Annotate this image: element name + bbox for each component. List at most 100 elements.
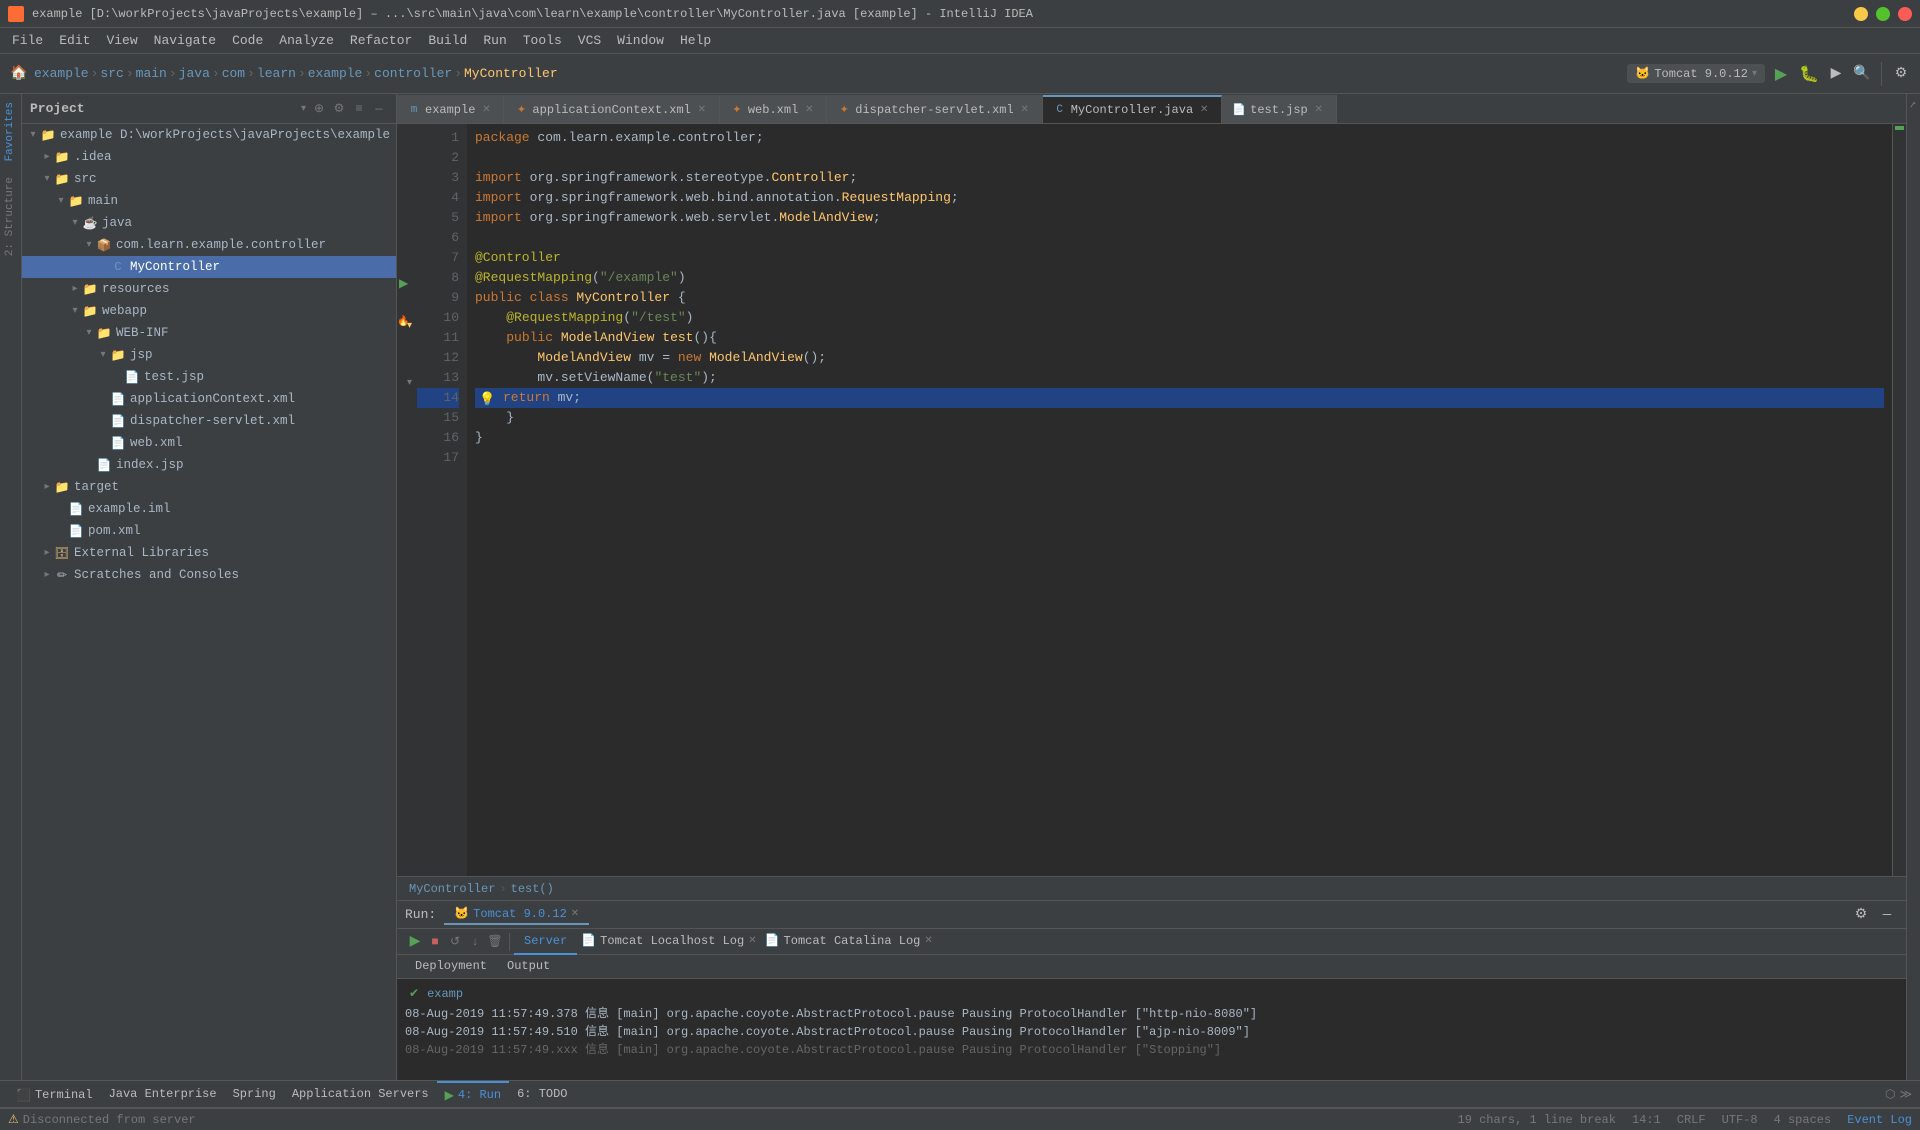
tree-item-jsp-folder[interactable]: ▾ 📁 jsp xyxy=(22,344,396,366)
tree-item-java[interactable]: ▾ ☕ java xyxy=(22,212,396,234)
run-button[interactable]: ▶ xyxy=(1769,62,1793,86)
maximize-button[interactable]: □ xyxy=(1876,7,1890,21)
tree-arrow-java[interactable]: ▾ xyxy=(68,216,82,230)
tree-arrow-webapp[interactable]: ▾ xyxy=(68,304,82,318)
tree-item-root[interactable]: ▾ 📁 example D:\workProjects\javaProjects… xyxy=(22,124,396,146)
run-tab-tomcat[interactable]: 🐱 Tomcat 9.0.12 ✕ xyxy=(444,904,589,925)
menu-tools[interactable]: Tools xyxy=(515,31,570,50)
tree-item-resources[interactable]: ▸ 📁 resources xyxy=(22,278,396,300)
run-output[interactable]: ✔ examp 08-Aug-2019 11:57:49.378 信息 [mai… xyxy=(397,979,1906,1080)
menu-run[interactable]: Run xyxy=(475,31,514,50)
search-button[interactable]: 🔍 xyxy=(1851,63,1873,85)
bc-example[interactable]: example xyxy=(34,66,89,81)
run-minimize-icon[interactable]: — xyxy=(1876,904,1898,926)
menu-code[interactable]: Code xyxy=(224,31,271,50)
status-line-ending[interactable]: CRLF xyxy=(1677,1113,1706,1127)
bc-controller[interactable]: controller xyxy=(374,66,452,81)
tab-close-appcontext[interactable]: ✕ xyxy=(695,103,709,117)
locate-icon[interactable]: ⊕ xyxy=(310,100,328,118)
tab-mycontroller[interactable]: C MyController.java ✕ xyxy=(1043,95,1222,123)
tree-item-iml[interactable]: 📄 example.iml xyxy=(22,498,396,520)
tree-item-webapp[interactable]: ▾ 📁 webapp xyxy=(22,300,396,322)
subtab-server[interactable]: Server xyxy=(514,929,577,955)
subtab-localhost[interactable]: 📄 Tomcat Localhost Log ✕ xyxy=(577,929,760,955)
tree-arrow-idea[interactable]: ▸ xyxy=(40,150,54,164)
menu-file[interactable]: File xyxy=(4,31,51,50)
bc-learn[interactable]: learn xyxy=(257,66,296,81)
run-settings-icon[interactable]: ⚙ xyxy=(1850,904,1872,926)
tree-arrow-src[interactable]: ▾ xyxy=(40,172,54,186)
bc-src[interactable]: src xyxy=(100,66,123,81)
minimize-button[interactable]: ─ xyxy=(1854,7,1868,21)
expand-icon[interactable]: ⬡ xyxy=(1885,1087,1895,1102)
tab-webxml[interactable]: ✦ web.xml ✕ xyxy=(720,95,827,123)
settings-button[interactable]: ⚙ xyxy=(1890,63,1912,85)
catalina-tab-close[interactable]: ✕ xyxy=(924,935,932,947)
bottom-tab-app-servers[interactable]: Application Servers xyxy=(284,1081,437,1107)
run-gc-icon[interactable]: 🗑 xyxy=(485,932,505,952)
tree-arrow-root[interactable]: ▾ xyxy=(26,128,40,142)
tab-output[interactable]: Output xyxy=(497,957,560,977)
coverage-button[interactable]: ▶ xyxy=(1825,63,1847,85)
status-event-log[interactable]: Event Log xyxy=(1847,1113,1912,1127)
collapse-11[interactable]: ▾ xyxy=(407,320,412,332)
tree-item-package[interactable]: ▾ 📦 com.learn.example.controller xyxy=(22,234,396,256)
tree-item-testjsp[interactable]: 📄 test.jsp xyxy=(22,366,396,388)
tree-item-dispatcher[interactable]: 📄 dispatcher-servlet.xml xyxy=(22,410,396,432)
tree-arrow-main[interactable]: ▾ xyxy=(54,194,68,208)
menu-window[interactable]: Window xyxy=(609,31,672,50)
tree-item-src[interactable]: ▾ 📁 src xyxy=(22,168,396,190)
bc-example2[interactable]: example xyxy=(308,66,363,81)
menu-analyze[interactable]: Analyze xyxy=(271,31,342,50)
run-configuration[interactable]: 🐱 Tomcat 9.0.12 ▾ xyxy=(1627,64,1765,83)
bc-main[interactable]: main xyxy=(136,66,167,81)
tab-close-dispatcher[interactable]: ✕ xyxy=(1018,103,1032,117)
run-scroll-icon[interactable]: ↓ xyxy=(465,932,485,952)
tree-arrow-webinf[interactable]: ▾ xyxy=(82,326,96,340)
tree-item-pom[interactable]: 📄 pom.xml xyxy=(22,520,396,542)
code-content[interactable]: package com.learn.example.controller; im… xyxy=(467,124,1892,876)
bc-java[interactable]: java xyxy=(179,66,210,81)
show-all-icon[interactable]: ≫ xyxy=(1899,1087,1912,1102)
bottom-tab-terminal[interactable]: ⬛ Terminal xyxy=(8,1081,101,1107)
menu-view[interactable]: View xyxy=(98,31,145,50)
settings-icon[interactable]: ⚙ xyxy=(330,100,348,118)
tree-item-webinf[interactable]: ▾ 📁 WEB-INF xyxy=(22,322,396,344)
tab-dispatcher[interactable]: ✦ dispatcher-servlet.xml ✕ xyxy=(827,95,1042,123)
tree-arrow-ext-libs[interactable]: ▸ xyxy=(40,546,54,560)
tree-arrow-scratches[interactable]: ▸ xyxy=(40,568,54,582)
tab-appcontext[interactable]: ✦ applicationContext.xml ✕ xyxy=(504,95,719,123)
vtab-favorites[interactable]: Favorites xyxy=(0,94,21,169)
sb-test-method[interactable]: test() xyxy=(511,882,554,896)
menu-help[interactable]: Help xyxy=(672,31,719,50)
pin-icon[interactable]: — xyxy=(370,100,388,118)
tree-item-appcontext[interactable]: 📄 applicationContext.xml xyxy=(22,388,396,410)
tab-close-webxml[interactable]: ✕ xyxy=(802,103,816,117)
tab-example[interactable]: m example ✕ xyxy=(397,95,504,123)
run-play-icon[interactable]: ▶ xyxy=(405,932,425,952)
status-position[interactable]: 14:1 xyxy=(1632,1113,1661,1127)
menu-build[interactable]: Build xyxy=(420,31,475,50)
run-stop-icon[interactable]: ■ xyxy=(425,932,445,952)
tab-testjsp[interactable]: 📄 test.jsp ✕ xyxy=(1222,95,1337,123)
bottom-tab-todo[interactable]: 6: TODO xyxy=(509,1081,575,1107)
tree-item-mycontroller[interactable]: C MyController xyxy=(22,256,396,278)
collapse-icon[interactable]: ≡ xyxy=(350,100,368,118)
status-encoding[interactable]: UTF-8 xyxy=(1722,1113,1758,1127)
tree-item-main[interactable]: ▾ 📁 main xyxy=(22,190,396,212)
tree-item-ext-libs[interactable]: ▸ 🗄 External Libraries xyxy=(22,542,396,564)
tree-item-indexjsp[interactable]: 📄 index.jsp xyxy=(22,454,396,476)
subtab-catalina[interactable]: 📄 Tomcat Catalina Log ✕ xyxy=(761,929,937,955)
close-button[interactable]: ✕ xyxy=(1898,7,1912,21)
tree-arrow-resources[interactable]: ▸ xyxy=(68,282,82,296)
collapse-15[interactable]: ▾ xyxy=(407,377,412,389)
tree-arrow-target[interactable]: ▸ xyxy=(40,480,54,494)
tree-item-webxml[interactable]: 📄 web.xml xyxy=(22,432,396,454)
menu-edit[interactable]: Edit xyxy=(51,31,98,50)
status-indent[interactable]: 4 spaces xyxy=(1774,1113,1832,1127)
menu-refactor[interactable]: Refactor xyxy=(342,31,420,50)
localhost-tab-close[interactable]: ✕ xyxy=(748,935,756,947)
tab-close-testjsp[interactable]: ✕ xyxy=(1312,103,1326,117)
tab-close-mycontroller[interactable]: ✕ xyxy=(1197,103,1211,117)
debug-button[interactable]: 🐛 xyxy=(1797,62,1821,86)
